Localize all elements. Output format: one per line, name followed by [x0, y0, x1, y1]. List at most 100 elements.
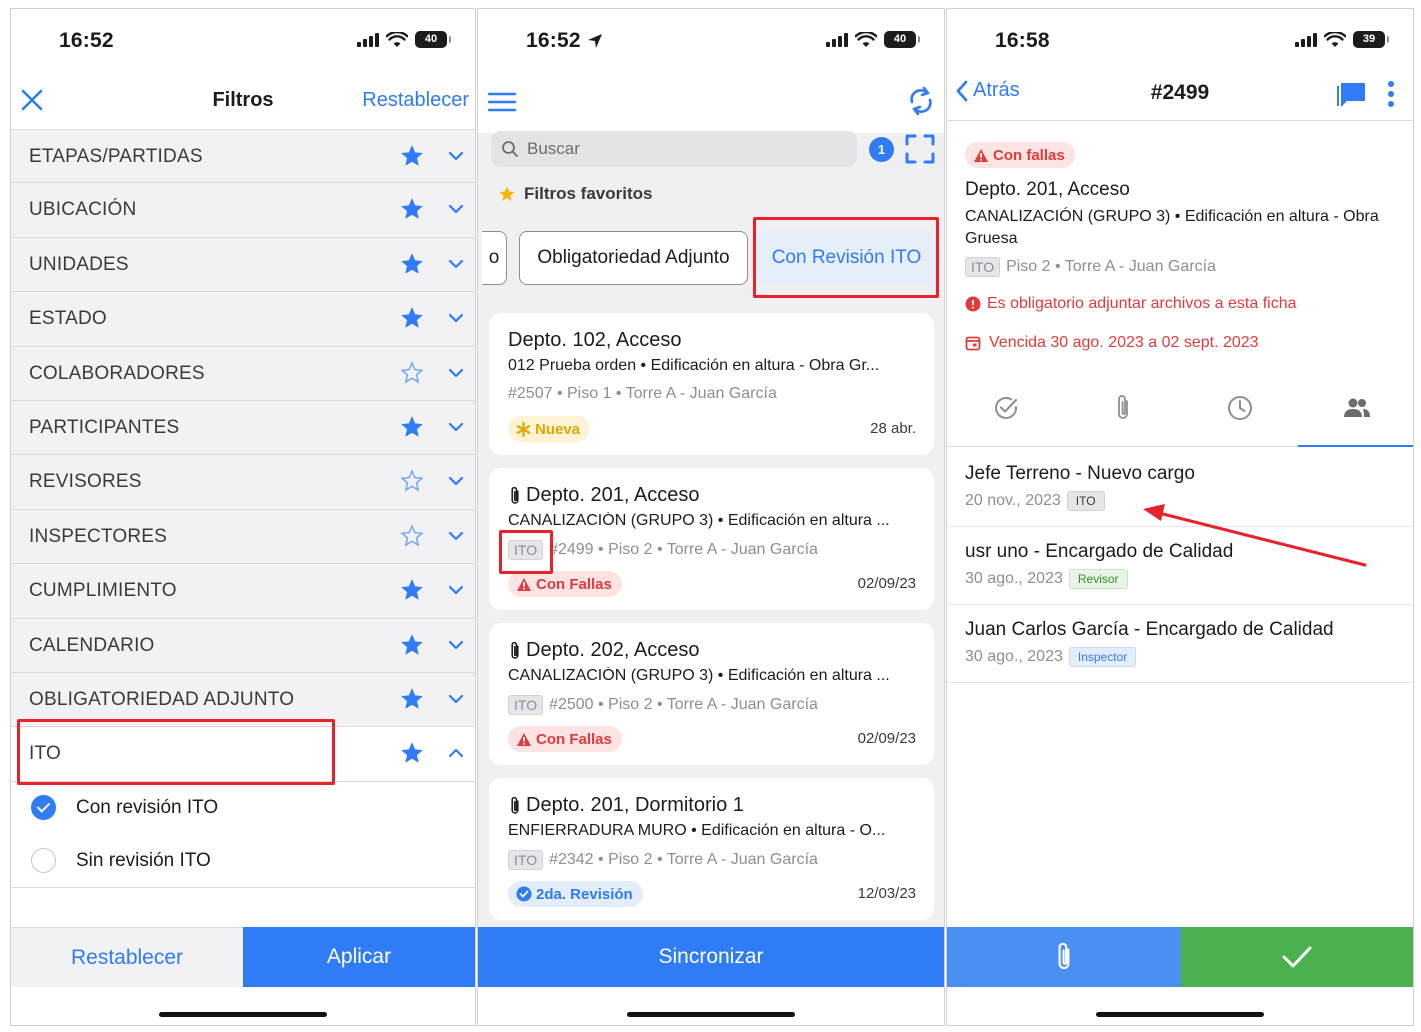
card-date: 12/03/23 [857, 885, 916, 902]
filter-row[interactable]: INSPECTORES [11, 509, 475, 565]
more-vertical-icon[interactable] [1387, 80, 1395, 108]
list-item[interactable]: Depto. 202, Acceso CANALIZACIÓN (GRUPO 3)… [489, 623, 934, 765]
chevron-down-icon[interactable] [447, 581, 465, 599]
chevron-down-icon[interactable] [447, 527, 465, 545]
chevron-down-icon[interactable] [447, 636, 465, 654]
filter-row[interactable]: UBICACIÓN [11, 183, 475, 238]
status-badge: Nueva [508, 416, 591, 442]
tab-attachments[interactable] [1064, 383, 1181, 433]
filters-header: Filtros Restablecer [11, 71, 475, 127]
ito-option-con-revision[interactable]: Con revisión ITO [31, 795, 218, 820]
hamburger-menu-icon[interactable] [487, 90, 517, 114]
attachment-warning: Es obligatorio adjuntar archivos a esta … [965, 295, 1297, 313]
participant-name: Juan Carlos García - Encargado de Calida… [965, 619, 1334, 640]
apply-button[interactable]: Aplicar [243, 927, 475, 987]
status-bar: 16:52 40 [11, 9, 475, 71]
location-arrow-icon [587, 34, 602, 48]
participant-meta: 30 ago., 2023 Revisor [965, 569, 1128, 589]
star-filled-icon[interactable] [399, 577, 425, 603]
star-filled-icon[interactable] [399, 686, 425, 712]
participant-row[interactable]: Juan Carlos García - Encargado de Calida… [947, 605, 1413, 683]
status-badge-label: Con Fallas [536, 575, 612, 593]
card-date: 28 abr. [870, 420, 916, 437]
ito-tag: ITO [508, 695, 544, 715]
chevron-down-icon[interactable] [447, 147, 465, 165]
radio-unchecked-icon[interactable] [31, 848, 56, 873]
status-badge-label: Con fallas [993, 146, 1065, 164]
filter-count-badge[interactable]: 1 [869, 137, 894, 162]
filter-row[interactable]: ITO [11, 727, 475, 782]
filter-row[interactable]: CALENDARIO [11, 618, 475, 673]
star-filled-icon[interactable] [399, 414, 425, 440]
chevron-down-icon[interactable] [447, 472, 465, 490]
check-circle-icon [994, 396, 1017, 419]
status-icons: 40 [826, 31, 920, 48]
star-outline-icon[interactable] [399, 523, 425, 549]
filter-row[interactable]: REVISORES [11, 455, 475, 510]
ito-option-sin-revision[interactable]: Sin revisión ITO [31, 848, 211, 873]
tab-participants[interactable] [1298, 383, 1413, 433]
signal-icon [357, 32, 379, 47]
card-meta: ITO #2499 • Piso 2 • Torre A - Juan Garcí… [508, 540, 916, 560]
list-item[interactable]: Depto. 102, Acceso 012 Prueba orden • Edi… [489, 313, 934, 455]
expand-icon[interactable] [904, 133, 936, 165]
active-tab-indicator [1298, 445, 1413, 447]
participant-name: Jefe Terreno - Nuevo cargo [965, 463, 1195, 484]
filter-row[interactable]: ETAPAS/PARTIDAS [11, 129, 475, 184]
star-filled-icon[interactable] [399, 196, 425, 222]
favorite-filters-heading: Filtros favoritos [498, 184, 652, 204]
star-filled-icon[interactable] [399, 740, 425, 766]
status-badge: Con Fallas [508, 726, 622, 752]
card-meta-text: #2342 • Piso 2 • Torre A - Juan García [549, 851, 818, 868]
reset-link[interactable]: Restablecer [362, 89, 469, 112]
chevron-down-icon[interactable] [447, 364, 465, 382]
alert-circle-icon [965, 296, 981, 312]
tab-history[interactable] [1181, 383, 1298, 433]
status-time: 16:52 [526, 29, 603, 53]
sync-icon[interactable] [906, 85, 936, 117]
filter-row[interactable]: UNIDADES [11, 237, 475, 293]
list-header [478, 71, 944, 133]
chevron-down-icon[interactable] [447, 418, 465, 436]
divider [11, 887, 475, 888]
filter-row[interactable]: COLABORADORES [11, 346, 475, 401]
filter-chip-obligatoriedad-adjunto[interactable]: Obligatoriedad Adjunto [519, 231, 748, 285]
status-time-text: 16:52 [526, 29, 581, 52]
chevron-down-icon[interactable] [447, 255, 465, 273]
star-filled-icon[interactable] [399, 305, 425, 331]
wifi-icon [1324, 31, 1346, 47]
attach-button[interactable] [947, 927, 1181, 987]
chevron-up-icon[interactable] [447, 744, 465, 762]
approve-button[interactable] [1181, 927, 1413, 987]
star-outline-icon[interactable] [399, 360, 425, 386]
star-filled-icon[interactable] [399, 143, 425, 169]
battery-icon: 40 [415, 31, 451, 48]
radio-checked-icon[interactable] [31, 795, 56, 820]
chevron-down-icon[interactable] [447, 309, 465, 327]
role-tag: Inspector [1068, 647, 1137, 667]
star-filled-icon[interactable] [399, 251, 425, 277]
filter-row[interactable]: OBLIGATORIEDAD ADJUNTO [11, 672, 475, 728]
reset-button[interactable]: Restablecer [11, 927, 243, 987]
chat-icon[interactable] [1337, 79, 1369, 109]
filter-row[interactable]: ESTADO [11, 292, 475, 347]
tab-checklist[interactable] [947, 383, 1064, 433]
filter-row[interactable]: PARTICIPANTES [11, 400, 475, 456]
list-item[interactable]: Depto. 201, Dormitorio 1 ENFIERRADURA MUR… [489, 778, 934, 920]
star-filled-icon[interactable] [399, 632, 425, 658]
detail-meta: ITO Piso 2 • Torre A - Juan García [965, 257, 1216, 277]
star-outline-icon[interactable] [399, 468, 425, 494]
list-item[interactable]: Depto. 201, Acceso CANALIZACIÓN (GRUPO 3)… [489, 468, 934, 610]
filter-chip[interactable]: o [482, 231, 507, 285]
sync-button[interactable]: Sincronizar [478, 927, 944, 987]
option-label: Sin revisión ITO [76, 849, 211, 871]
chevron-down-icon[interactable] [447, 690, 465, 708]
search-input[interactable]: Buscar [491, 131, 857, 167]
participant-meta: 30 ago., 2023 Inspector [965, 647, 1137, 667]
chevron-down-icon[interactable] [447, 200, 465, 218]
annotation-arrow [1143, 504, 1367, 567]
filter-chip-con-revision-ito[interactable]: Con Revisión ITO [757, 231, 936, 285]
paperclip-icon [1117, 395, 1128, 419]
status-icons: 39 [1295, 31, 1389, 48]
filter-row[interactable]: CUMPLIMIENTO [11, 564, 475, 619]
